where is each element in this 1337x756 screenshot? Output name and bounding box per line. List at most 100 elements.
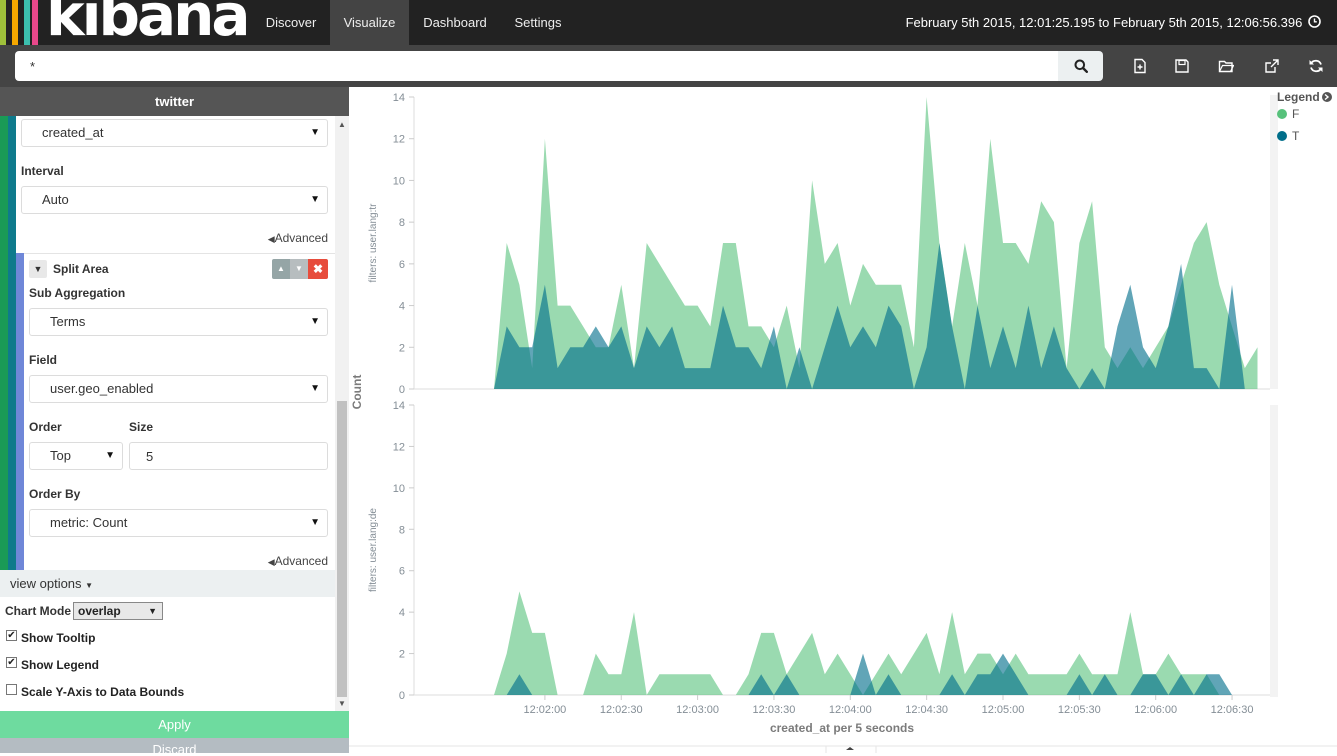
view-options-toggle[interactable]: view options ▼ xyxy=(0,570,335,597)
panel-scrollbar[interactable] xyxy=(1270,405,1278,697)
x-tick-label: 12:02:00 xyxy=(523,704,566,716)
legend-title[interactable]: Legend xyxy=(1277,90,1320,104)
y-tick-label: 0 xyxy=(399,384,405,396)
split-area-title: Split Area xyxy=(53,262,109,276)
editor-sidebar: twitter created_at ▼ Interval Auto ▼ ◀Ad… xyxy=(0,87,349,753)
size-label: Size xyxy=(129,420,153,434)
top-navbar: kibana Discover Visualize Dashboard Sett… xyxy=(0,0,1337,45)
x-tick-label: 12:06:30 xyxy=(1211,704,1254,716)
split-area-collapse-toggle[interactable]: ▼ xyxy=(29,260,47,278)
clock-icon[interactable] xyxy=(1308,1,1321,46)
show-tooltip-label[interactable]: Show Tooltip xyxy=(21,631,95,645)
field-select[interactable]: user.geo_enabled ▼ xyxy=(29,375,328,403)
y-tick-label: 8 xyxy=(399,524,405,536)
share-icon[interactable] xyxy=(1264,58,1280,74)
sub-aggregation-value: Terms xyxy=(50,314,85,329)
view-options-label[interactable]: view options xyxy=(10,576,82,591)
refresh-icon[interactable] xyxy=(1308,58,1324,74)
caret-down-icon: ▼ xyxy=(310,187,320,213)
y-tick-label: 10 xyxy=(393,175,405,187)
legend-swatch-icon[interactable] xyxy=(1277,131,1287,141)
open-icon[interactable] xyxy=(1218,58,1234,74)
area-series-F[interactable] xyxy=(494,97,1258,389)
nav-visualize[interactable]: Visualize xyxy=(330,0,409,45)
legend-item-label[interactable]: T xyxy=(1292,129,1300,143)
caret-down-icon: ▼ xyxy=(310,309,320,335)
split-advanced-toggle[interactable]: ◀Advanced xyxy=(268,554,328,568)
remove-agg-button[interactable]: ✖ xyxy=(308,259,328,279)
legend: Legend FT xyxy=(1277,90,1332,143)
y-tick-label: 12 xyxy=(393,134,405,146)
xaxis-field-select[interactable]: created_at ▼ xyxy=(21,119,328,147)
legend-swatch-icon[interactable] xyxy=(1277,109,1287,119)
sidebar-scroll-thumb[interactable] xyxy=(337,401,347,697)
panel-title: filters: user.lang:de xyxy=(368,508,379,592)
show-legend-checkbox[interactable]: ✔ xyxy=(6,657,17,668)
area-chart: 02468101214filters: user.lang:tr02468101… xyxy=(349,87,1337,753)
x-tick-label: 12:03:30 xyxy=(753,704,796,716)
show-tooltip-checkbox[interactable]: ✔ xyxy=(6,630,17,641)
legend-item-label[interactable]: F xyxy=(1292,107,1299,121)
advanced-link[interactable]: Advanced xyxy=(275,231,328,245)
y-tick-label: 14 xyxy=(393,92,405,104)
scroll-down-arrow-icon[interactable]: ▼ xyxy=(338,699,346,708)
field-value: user.geo_enabled xyxy=(50,381,153,396)
y-axis-title: Count xyxy=(350,375,364,410)
logo-stripe xyxy=(12,0,18,45)
logo-wordmark: kibana xyxy=(46,0,248,44)
nav-settings[interactable]: Settings xyxy=(501,0,575,45)
scale-y-axis-checkbox[interactable] xyxy=(6,684,17,695)
y-tick-label: 10 xyxy=(393,483,405,495)
order-by-value: metric: Count xyxy=(50,515,127,530)
caret-down-icon: ▼ xyxy=(310,376,320,402)
order-select[interactable]: Top ▼ xyxy=(29,442,123,470)
scale-y-axis-label[interactable]: Scale Y-Axis to Data Bounds xyxy=(21,685,184,699)
y-tick-label: 2 xyxy=(399,649,405,661)
search-button[interactable] xyxy=(1058,51,1103,81)
legend-scrollbar[interactable] xyxy=(1270,95,1278,389)
agg-color-stripe xyxy=(0,116,8,570)
x-tick-label: 12:04:00 xyxy=(829,704,872,716)
y-tick-label: 2 xyxy=(399,342,405,354)
nav-discover[interactable]: Discover xyxy=(252,0,330,45)
search-input[interactable] xyxy=(15,51,1058,81)
show-legend-label[interactable]: Show Legend xyxy=(21,658,99,672)
move-up-button[interactable]: ▲ xyxy=(272,259,290,279)
kibana-logo[interactable]: kibana xyxy=(0,0,252,45)
y-tick-label: 6 xyxy=(399,259,405,271)
y-tick-label: 12 xyxy=(393,441,405,453)
xaxis-field-value: created_at xyxy=(42,125,103,140)
xaxis-advanced-toggle[interactable]: ◀Advanced xyxy=(268,231,328,245)
caret-left-icon: ◀ xyxy=(268,234,275,244)
index-pattern-title: twitter xyxy=(0,87,349,116)
chart-panel: 02468101214filters: user.lang:tr xyxy=(368,92,1270,396)
chart-mode-value: overlap xyxy=(78,604,121,618)
chart-panel: 02468101214filters: user.lang:de xyxy=(368,400,1270,702)
nav-dashboard[interactable]: Dashboard xyxy=(409,0,501,45)
save-icon[interactable] xyxy=(1174,58,1190,74)
sub-aggregation-select[interactable]: Terms ▼ xyxy=(29,308,328,336)
new-visualization-icon[interactable] xyxy=(1132,58,1148,74)
field-label: Field xyxy=(29,353,57,367)
x-tick-label: 12:05:00 xyxy=(982,704,1025,716)
x-tick-label: 12:04:30 xyxy=(905,704,948,716)
order-by-label: Order By xyxy=(29,487,80,501)
order-value: Top xyxy=(50,448,71,463)
chart-mode-select[interactable]: overlap ▼ xyxy=(73,602,163,620)
y-tick-label: 6 xyxy=(399,566,405,578)
scroll-up-arrow-icon[interactable]: ▲ xyxy=(338,120,346,129)
interval-select[interactable]: Auto ▼ xyxy=(21,186,328,214)
time-range-text[interactable]: February 5th 2015, 12:01:25.195 to Febru… xyxy=(906,15,1303,30)
time-picker[interactable]: February 5th 2015, 12:01:25.195 to Febru… xyxy=(906,0,1321,46)
search-bar xyxy=(0,45,1337,87)
y-tick-label: 4 xyxy=(399,301,405,313)
order-by-select[interactable]: metric: Count ▼ xyxy=(29,509,328,537)
interval-value: Auto xyxy=(42,192,69,207)
apply-button[interactable]: Apply xyxy=(0,711,349,738)
visualization-canvas: 02468101214filters: user.lang:tr02468101… xyxy=(349,87,1337,753)
size-input[interactable] xyxy=(129,442,328,470)
discard-button[interactable]: Discard xyxy=(0,738,349,753)
spy-toggle-icon[interactable] xyxy=(846,747,854,750)
advanced-link[interactable]: Advanced xyxy=(275,554,328,568)
move-down-button[interactable]: ▼ xyxy=(290,259,308,279)
